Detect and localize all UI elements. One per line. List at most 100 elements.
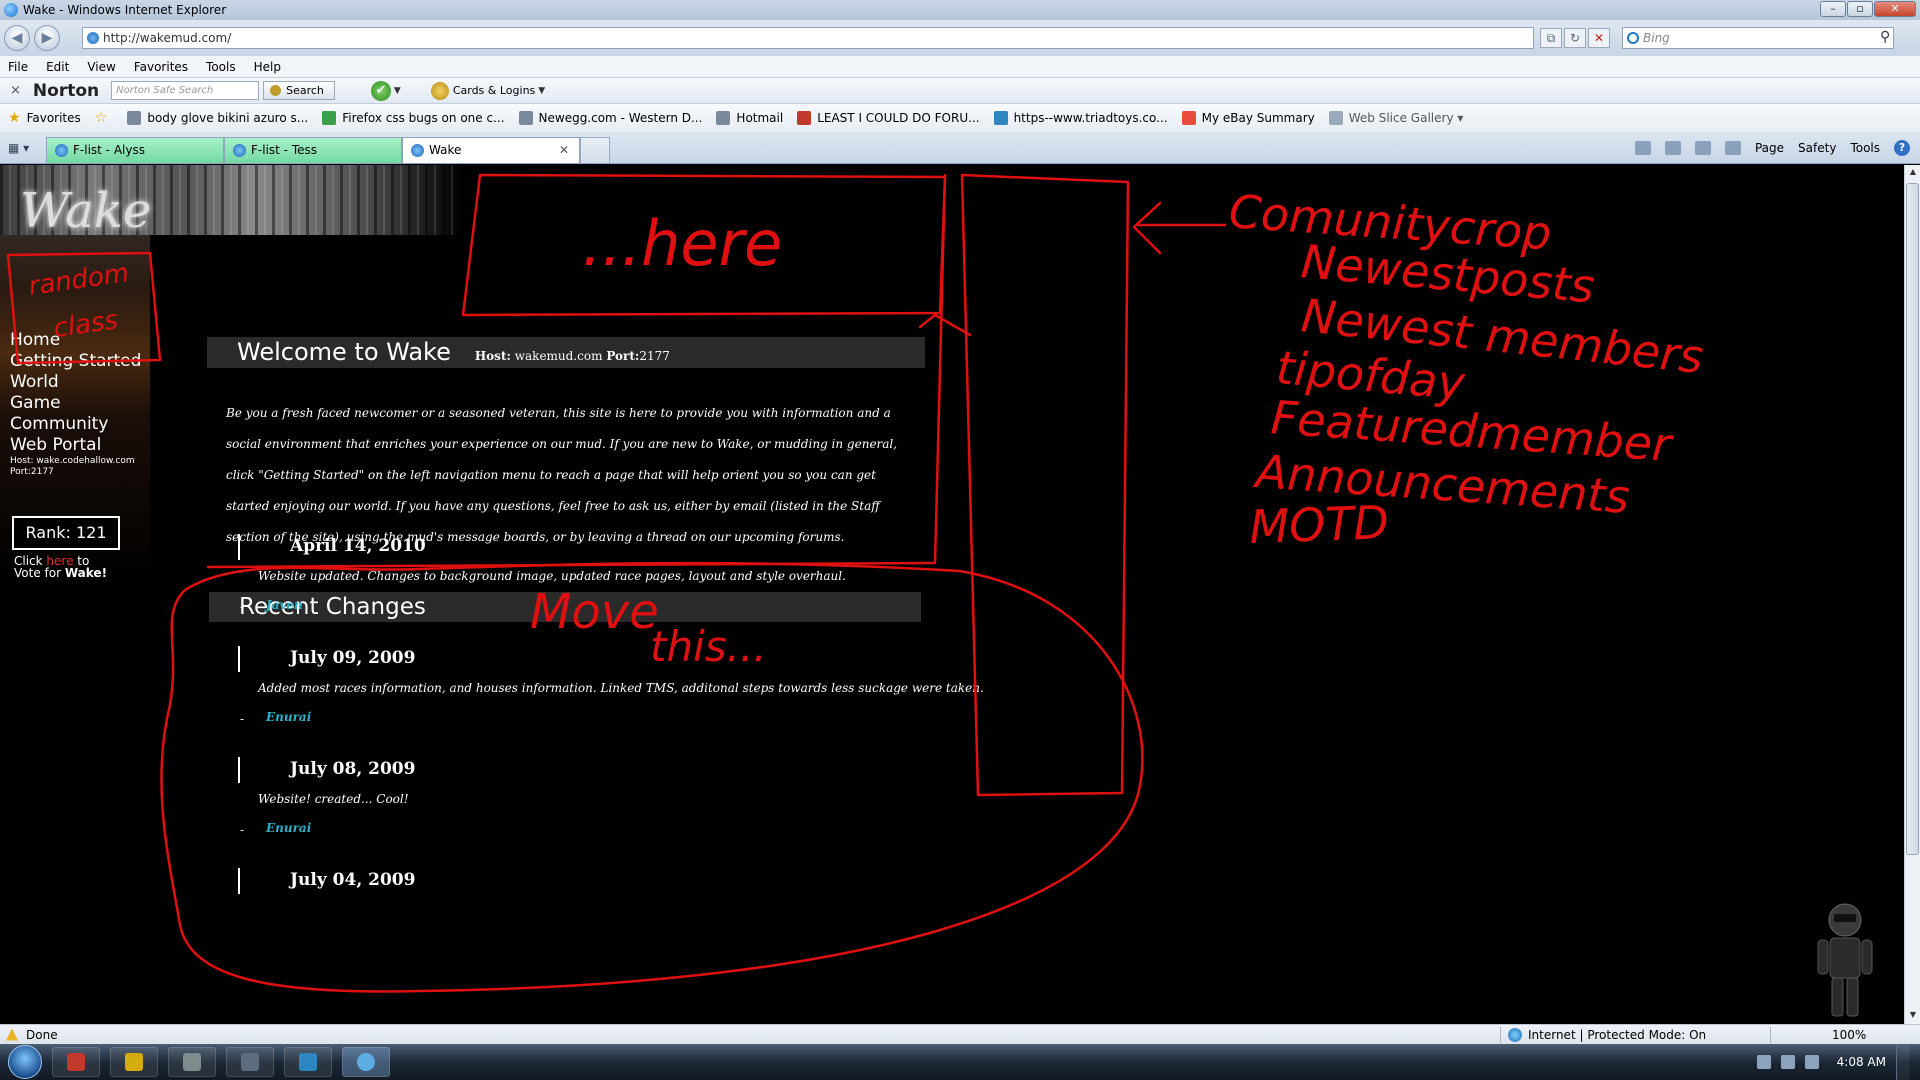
- favorite-link[interactable]: LEAST I COULD DO FORU...: [797, 111, 980, 125]
- menu-edit[interactable]: Edit: [46, 60, 69, 74]
- side-navigation: Home Getting Started World Game Communit…: [10, 330, 160, 478]
- compatibility-view-icon[interactable]: ⧉: [1540, 28, 1562, 48]
- refresh-icon[interactable]: ↻: [1564, 28, 1586, 48]
- norton-search-button[interactable]: Search: [263, 81, 335, 100]
- norton-brand[interactable]: Norton: [33, 81, 99, 101]
- start-button[interactable]: [8, 1045, 42, 1079]
- quick-tabs-icon[interactable]: ▦ ▾: [8, 141, 44, 159]
- norton-search-input[interactable]: Norton Safe Search: [111, 81, 260, 100]
- favorite-link[interactable]: body glove bikini azuro s...: [127, 111, 308, 125]
- taskbar-app[interactable]: [226, 1047, 274, 1077]
- taskbar-app[interactable]: [110, 1047, 158, 1077]
- gallery-label: Web Slice Gallery: [1348, 111, 1454, 125]
- site-logo[interactable]: Wake: [20, 183, 151, 239]
- home-icon[interactable]: [1634, 141, 1651, 155]
- menu-tools[interactable]: Tools: [206, 60, 236, 74]
- menu-favorites[interactable]: Favorites: [134, 60, 188, 74]
- taskbar-app[interactable]: [52, 1047, 100, 1077]
- scroll-down-icon[interactable]: ▼: [1907, 1010, 1919, 1022]
- clock[interactable]: 4:08 AM: [1837, 1055, 1886, 1069]
- menu-file[interactable]: File: [8, 60, 28, 74]
- scroll-up-icon[interactable]: ▲: [1907, 167, 1919, 179]
- community-item-text: MOTD: [1248, 495, 1389, 554]
- rank-badge[interactable]: Rank: 121: [12, 516, 120, 550]
- feeds-icon[interactable]: [1664, 141, 1681, 155]
- norton-safe-check-icon[interactable]: ✔: [370, 80, 391, 101]
- page-icon: [1328, 111, 1343, 125]
- change-description: Website updated. Changes to background i…: [258, 569, 846, 583]
- command-bar: Page Safety Tools ?: [1621, 140, 1910, 156]
- change-author: Javen: [266, 598, 303, 612]
- nav-game[interactable]: Game: [10, 393, 160, 414]
- port-label: Port:: [606, 349, 640, 363]
- page-icon: [127, 111, 142, 125]
- host-label: Host:: [474, 349, 511, 363]
- favorite-label: My eBay Summary: [1201, 111, 1315, 125]
- nav-world[interactable]: World: [10, 372, 160, 393]
- navigation-bar: ◀ ▶ http://wakemud.com/ ⧉ ↻ ✕ Bing ⚲: [0, 20, 1920, 56]
- tab-label: F-list - Alyss: [73, 143, 145, 157]
- volume-icon[interactable]: [1780, 1055, 1795, 1069]
- ie-icon: [357, 1053, 375, 1071]
- nav-web-portal[interactable]: Web Portal: [10, 435, 160, 456]
- maximize-button[interactable]: ▫: [1847, 1, 1873, 17]
- nav-community[interactable]: Community: [10, 414, 160, 435]
- close-toolbar-icon[interactable]: ×: [10, 83, 21, 98]
- favorite-link[interactable]: Newegg.com - Western D...: [518, 111, 703, 125]
- favorite-label: Newegg.com - Western D...: [538, 111, 703, 125]
- favorite-link[interactable]: My eBay Summary: [1181, 111, 1315, 125]
- address-url[interactable]: http://wakemud.com/: [103, 31, 231, 45]
- print-icon[interactable]: [1724, 141, 1741, 155]
- welcome-header: Welcome to Wake Host: wakemud.com Port:2…: [207, 337, 925, 368]
- minimize-button[interactable]: –: [1820, 1, 1846, 17]
- favorite-link[interactable]: https--www.triadtoys.co...: [993, 111, 1168, 125]
- tab-flist-tess[interactable]: F-list - Tess: [224, 137, 402, 163]
- stop-icon[interactable]: ✕: [1588, 28, 1610, 48]
- chevron-down-icon[interactable]: ▼: [538, 86, 545, 96]
- close-window-button[interactable]: ✕: [1874, 1, 1916, 17]
- favorites-button[interactable]: ★ Favorites: [8, 110, 81, 126]
- new-tab-button[interactable]: [580, 137, 610, 163]
- close-tab-icon[interactable]: ✕: [559, 143, 569, 157]
- scroll-thumb[interactable]: [1906, 183, 1919, 855]
- network-icon[interactable]: [1756, 1055, 1771, 1069]
- vertical-scrollbar[interactable]: ▲ ▼: [1904, 165, 1920, 1024]
- taskbar-app[interactable]: [284, 1047, 332, 1077]
- tab-wake[interactable]: Wake ✕: [402, 137, 580, 163]
- chevron-down-icon[interactable]: ▼: [394, 86, 401, 96]
- security-zone[interactable]: Internet | Protected Mode: On: [1508, 1027, 1706, 1042]
- taskbar-app[interactable]: [168, 1047, 216, 1077]
- web-slice-gallery[interactable]: Web Slice Gallery ▾: [1328, 111, 1463, 125]
- action-center-icon[interactable]: [1804, 1055, 1819, 1069]
- nav-home[interactable]: Home: [10, 330, 160, 351]
- nav-getting-started[interactable]: Getting Started: [10, 351, 160, 372]
- safety-menu[interactable]: Safety: [1798, 141, 1836, 155]
- ebay-icon: [1181, 111, 1196, 125]
- search-input[interactable]: Bing: [1622, 27, 1894, 49]
- menu-view[interactable]: View: [87, 60, 115, 74]
- favorite-link[interactable]: Hotmail: [716, 111, 783, 125]
- zoom-level[interactable]: 100%: [1832, 1028, 1866, 1042]
- app-icon: [125, 1053, 143, 1071]
- help-icon[interactable]: ?: [1894, 140, 1910, 156]
- tools-menu[interactable]: Tools: [1850, 141, 1880, 155]
- forward-arrow-icon[interactable]: ▶: [34, 25, 60, 51]
- address-bar[interactable]: http://wakemud.com/: [82, 27, 1534, 49]
- xbox-avatar-image: [1817, 903, 1873, 1017]
- window-controls: – ▫ ✕: [1819, 1, 1916, 17]
- search-icon[interactable]: ⚲: [1880, 29, 1890, 45]
- change-description: Website! created... Cool!: [258, 792, 409, 806]
- tab-flist-alyss[interactable]: F-list - Alyss: [46, 137, 224, 163]
- add-favorite-icon[interactable]: ☆: [95, 110, 114, 126]
- favorite-link[interactable]: Firefox css bugs on one c...: [322, 111, 505, 125]
- taskbar-app-internet-explorer[interactable]: [342, 1047, 390, 1077]
- back-arrow-icon[interactable]: ◀: [4, 25, 30, 51]
- globe-icon: [1508, 1027, 1522, 1042]
- ie-logo-icon: [4, 3, 18, 17]
- page-menu[interactable]: Page: [1755, 141, 1784, 155]
- arrow-here: [918, 313, 972, 337]
- show-desktop-button[interactable]: [1896, 1044, 1910, 1080]
- cards-logins-button[interactable]: Cards & Logins: [430, 82, 535, 100]
- read-mail-icon[interactable]: [1694, 141, 1711, 155]
- menu-help[interactable]: Help: [254, 60, 281, 74]
